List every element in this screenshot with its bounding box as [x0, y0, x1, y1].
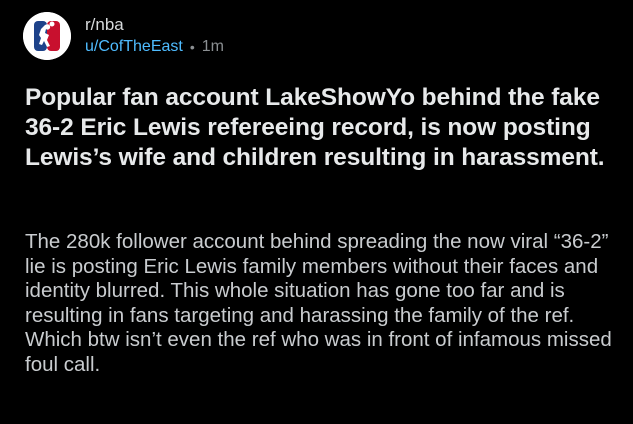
subreddit-avatar[interactable] — [23, 12, 71, 60]
author-line: u/CofTheEast • 1m — [85, 36, 224, 58]
post-timestamp: 1m — [201, 38, 224, 55]
separator-dot: • — [189, 39, 195, 55]
post-title[interactable]: Popular fan account LakeShowYo behind th… — [25, 83, 625, 173]
post-card: r/nba u/CofTheEast • 1m Popular fan acco… — [0, 0, 633, 424]
subreddit-name[interactable]: r/nba — [85, 14, 224, 36]
post-meta: r/nba u/CofTheEast • 1m — [85, 14, 224, 58]
nba-logo-icon — [23, 12, 71, 60]
post-header: r/nba u/CofTheEast • 1m — [23, 11, 224, 61]
post-body: The 280k follower account behind spreadi… — [25, 230, 612, 376]
author-username[interactable]: u/CofTheEast — [85, 36, 183, 58]
